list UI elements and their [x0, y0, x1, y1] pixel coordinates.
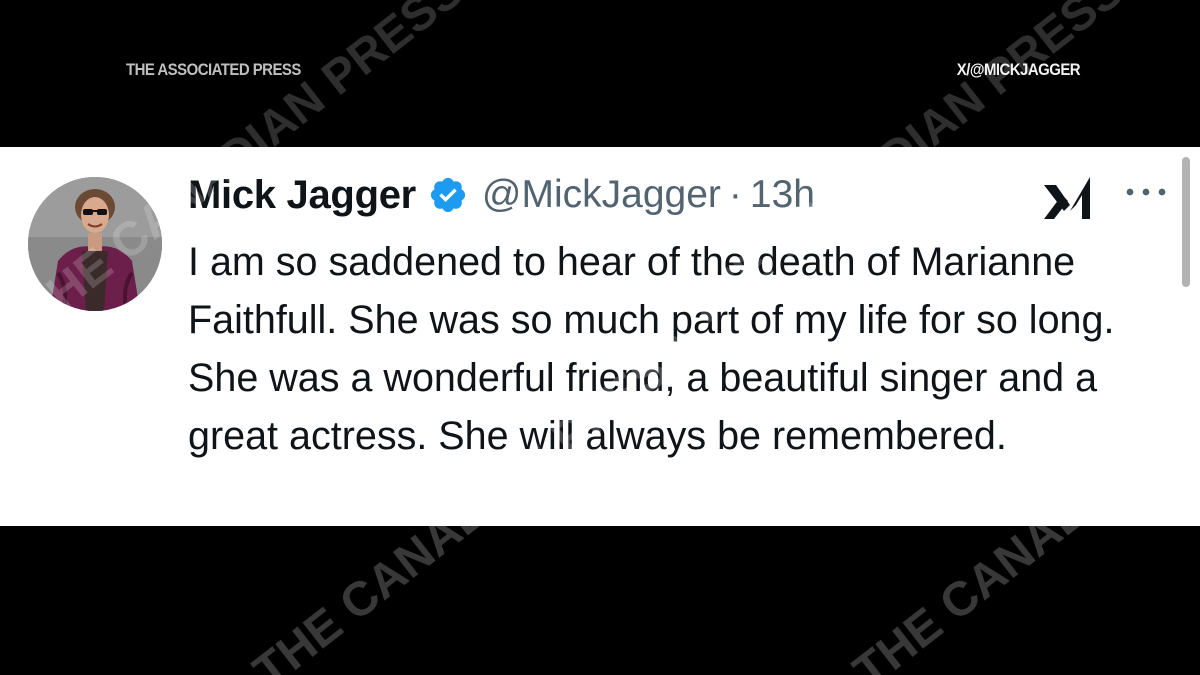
tweet-text: I am so saddened to hear of the death of…	[188, 240, 1115, 458]
author-name[interactable]: Mick Jagger	[188, 173, 416, 218]
scrollbar[interactable]	[1182, 157, 1190, 287]
avatar[interactable]	[28, 177, 162, 311]
more-options-icon[interactable]	[1122, 185, 1170, 199]
source-credit: THE ASSOCIATED PRESS	[126, 60, 301, 79]
tweet-header: Mick Jagger @MickJagger · 13h	[188, 169, 815, 221]
grok-icon[interactable]	[1040, 173, 1096, 223]
video-frame: THE ASSOCIATED PRESS X/@MICKJAGGER Mick …	[0, 0, 1200, 675]
separator-dot: ·	[728, 173, 742, 216]
author-handle[interactable]: @MickJagger	[482, 173, 721, 217]
timestamp[interactable]: 13h	[750, 173, 815, 217]
verified-badge-icon	[428, 175, 468, 215]
tweet-card[interactable]: Mick Jagger @MickJagger · 13h I am so sa…	[0, 147, 1200, 526]
platform-credit: X/@MICKJAGGER	[956, 60, 1081, 79]
